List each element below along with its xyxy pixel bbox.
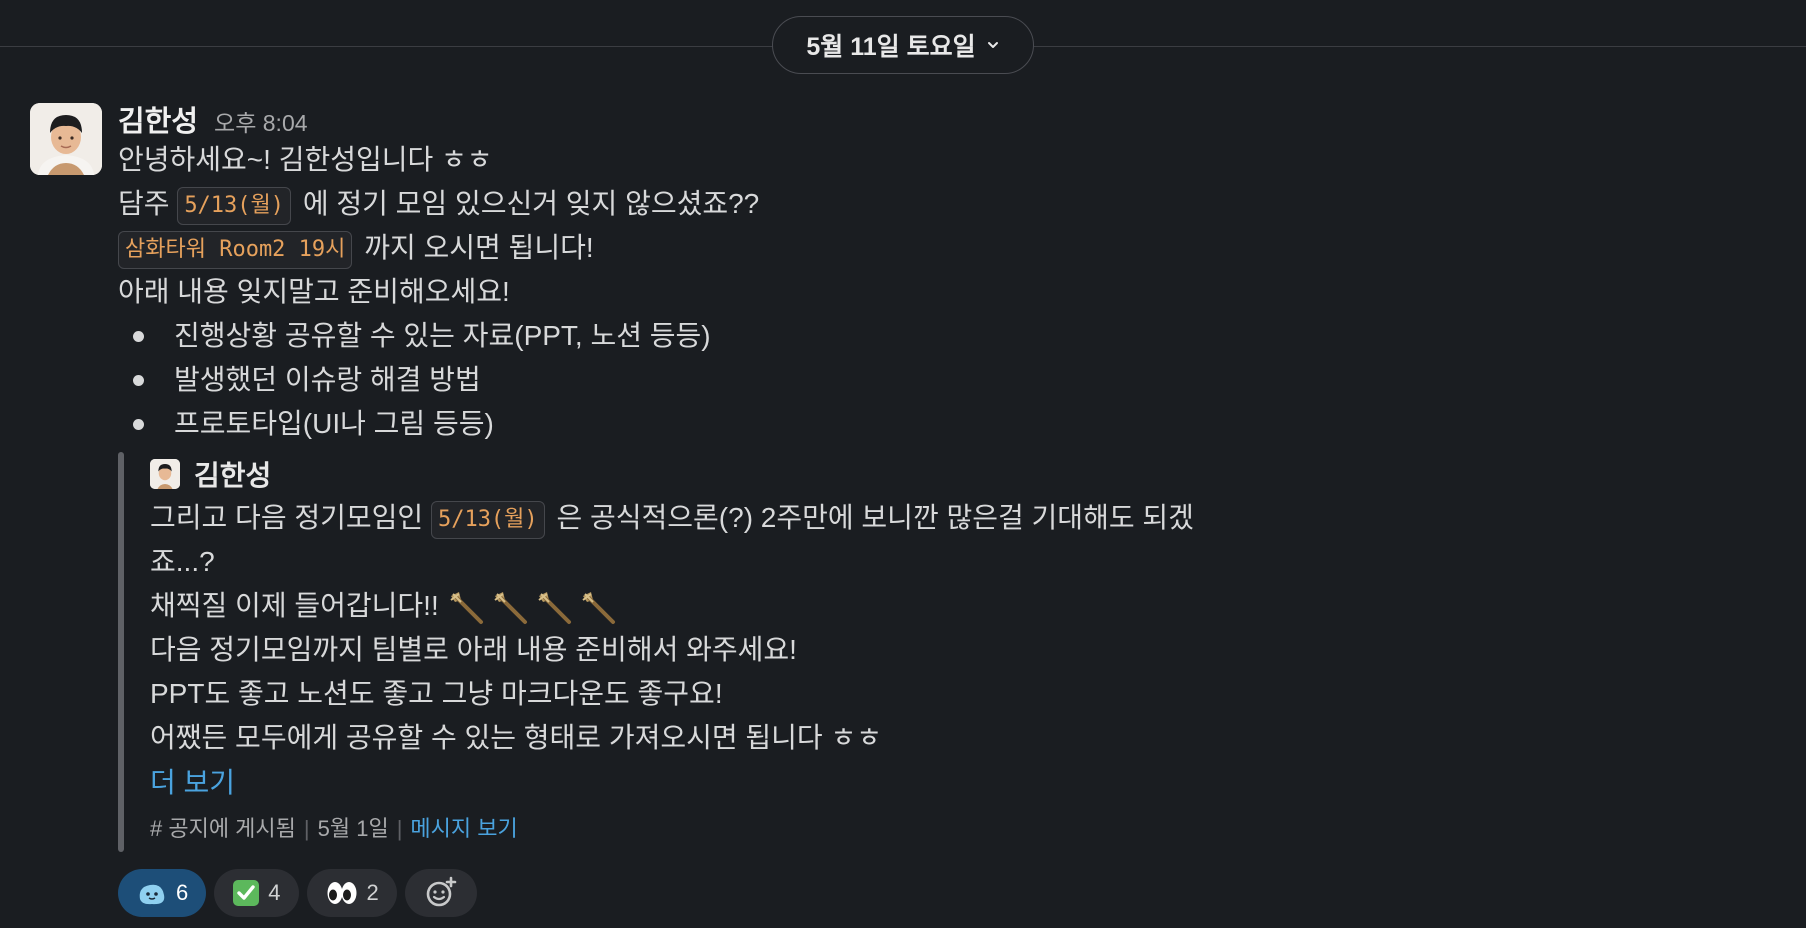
list-item: 발생했던 이슈랑 해결 방법 [118, 358, 1618, 402]
bullet-list: 진행상황 공유할 수 있는 자료(PPT, 노션 등등) 발생했던 이슈랑 해결… [118, 314, 1618, 446]
add-emoji-icon [426, 876, 457, 907]
message-line: 아래 내용 잊지말고 준비해오세요! [118, 276, 510, 307]
line-text: 까지 오시면 됩니다! [364, 232, 594, 263]
line-text: 은 공식적으론(?) 2주만에 보니깐 많은걸 기대해도 되겠 [556, 502, 1194, 533]
shared-date: 5월 1일 [317, 816, 389, 841]
shared-author-name[interactable]: 김한성 [194, 454, 271, 494]
shared-meta: # 공지에 게시됨 | 5월 1일 | 메시지 보기 [150, 806, 1450, 852]
shared-line: 어쨌든 모두에게 공유할 수 있는 형태로 가져오시면 됩니다 ㅎㅎ [150, 722, 882, 753]
shared-line: 채찍질 이제 들어갑니다!! [150, 584, 1270, 628]
shared-line: 그리고 다음 정기모임인 5/13(월) 은 공식적으론(?) 2주만에 보니깐… [150, 496, 1270, 540]
user-photo-small [150, 459, 180, 489]
whip-emoji-group [447, 590, 623, 624]
line-text: 채찍질 이제 들어갑니다!! [150, 590, 439, 621]
list-item: 진행상황 공유할 수 있는 자료(PPT, 노션 등등) [118, 314, 1618, 358]
reaction-count: 6 [176, 880, 189, 905]
separator: | [303, 816, 310, 841]
separator: | [396, 816, 403, 841]
message-pane: 5월 11일 토요일 김한성 오후 8:04 안녕하세요~! 김한성입니다 ㅎㅎ… [0, 0, 1806, 928]
message-line: 안녕하세요~! 김한성입니다 ㅎㅎ [118, 144, 493, 175]
reaction-check[interactable]: 4 [214, 869, 299, 917]
reaction-count: 4 [268, 880, 281, 905]
inline-code: 5/13(월) [177, 186, 292, 225]
list-item: 프로토타입(UI나 그림 등등) [118, 402, 1618, 446]
shared-avatar[interactable] [150, 459, 180, 489]
whip-icon [449, 591, 483, 624]
show-more-link[interactable]: 더 보기 [150, 760, 1450, 806]
timestamp[interactable]: 오후 8:04 [214, 104, 307, 138]
message-line: 담주 5/13(월) 에 정기 모임 있으신거 잊지 않으셨죠?? [118, 182, 1618, 226]
reactions-bar: 6 4 2 [118, 869, 477, 917]
date-label: 5월 11일 토요일 [806, 33, 976, 61]
shared-line: 다음 정기모임까지 팀별로 아래 내용 준비해서 와주세요! [150, 634, 797, 665]
message-line: 삼화타워 Room2 19시 까지 오시면 됩니다! [118, 226, 1618, 270]
view-message-link[interactable]: 메시지 보기 [410, 806, 517, 852]
line-text: 에 정기 모임 있으신거 잊지 않으셨죠?? [302, 188, 760, 219]
date-divider-button[interactable]: 5월 11일 토요일 [772, 16, 1034, 74]
message-header: 김한성 오후 8:04 [118, 98, 1618, 138]
shared-text: 그리고 다음 정기모임인 5/13(월) 은 공식적으론(?) 2주만에 보니깐… [150, 496, 1270, 760]
line-text: 담주 [118, 188, 170, 219]
add-reaction-button[interactable] [404, 869, 477, 917]
quote-bar [118, 452, 124, 852]
reaction-eyes[interactable]: 2 [306, 869, 397, 917]
whip-icon [537, 591, 571, 624]
author-name[interactable]: 김한성 [118, 98, 198, 140]
avatar[interactable] [30, 103, 102, 175]
user-photo [30, 103, 102, 175]
reaction-count: 2 [366, 880, 379, 905]
shared-message: 김한성 그리고 다음 정기모임인 5/13(월) 은 공식적으론(?) 2주만에… [118, 452, 1450, 852]
check-mark-icon [233, 880, 260, 906]
shared-line: 죠...? [150, 546, 215, 577]
whip-icon [581, 591, 615, 624]
blob-face-icon [139, 884, 165, 905]
inline-code: 5/13(월) [430, 500, 545, 539]
shared-line: PPT도 좋고 노션도 좋고 그냥 마크다운도 좋구요! [150, 678, 723, 709]
shared-author: 김한성 [150, 452, 1450, 496]
eyes-icon [327, 882, 356, 904]
message: 김한성 오후 8:04 안녕하세요~! 김한성입니다 ㅎㅎ 담주 5/13(월)… [118, 98, 1618, 852]
channel-label[interactable]: # 공지에 게시됨 [150, 806, 296, 852]
whip-icon [493, 591, 527, 624]
chevron-down-icon [987, 42, 998, 48]
line-text: 그리고 다음 정기모임인 [150, 502, 424, 533]
reaction-blob[interactable]: 6 [118, 869, 207, 917]
inline-code: 삼화타워 Room2 19시 [118, 230, 353, 269]
